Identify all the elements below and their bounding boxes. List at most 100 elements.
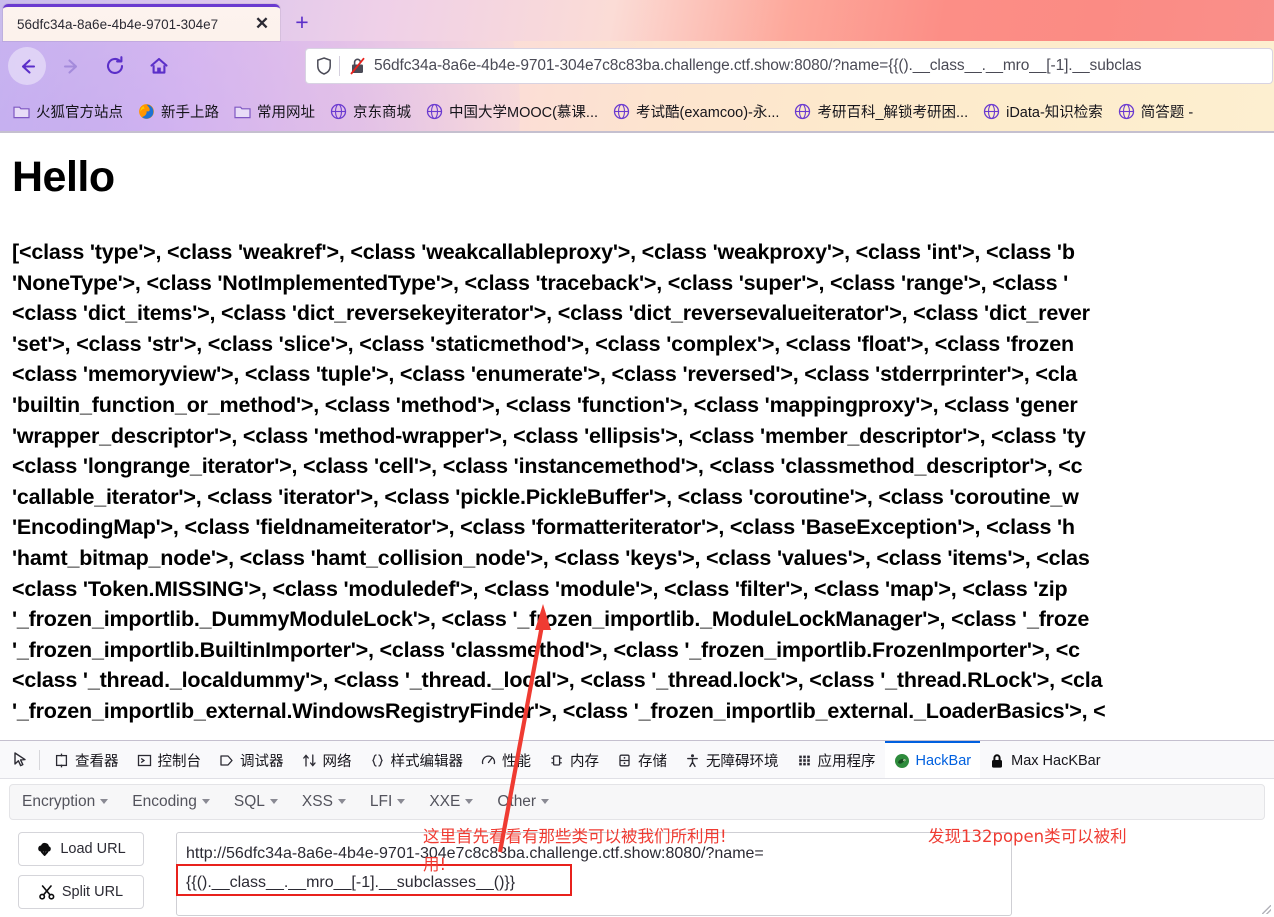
- tab-debugger[interactable]: 调试器: [210, 741, 293, 778]
- globe-icon: [1118, 103, 1135, 120]
- bookmark-item[interactable]: 考试酷(examcoo)-永...: [606, 98, 786, 124]
- globe-icon: [426, 103, 443, 120]
- bookmarks-bar: 火狐官方站点 新手上路 常用网址 京东商城 中国大学MOOC(慕课... 考试酷…: [0, 95, 1274, 127]
- bookmark-label: 常用网址: [257, 104, 315, 121]
- menu-label: LFI: [369, 793, 393, 810]
- chevron-down-icon: [269, 799, 278, 804]
- tab-max-hackbar[interactable]: Max HacKBar: [980, 741, 1109, 778]
- load-url-button[interactable]: Load URL: [18, 832, 144, 866]
- devtools-tabbar: 查看器 控制台 调试器 网络 样式编辑器 性能 内存 存储 无障碍环境 应用程序…: [0, 741, 1274, 779]
- bookmark-label: 京东商城: [353, 104, 411, 121]
- shield-icon[interactable]: [316, 57, 332, 75]
- bookmark-item[interactable]: 京东商城: [323, 98, 418, 124]
- resize-grip[interactable]: [1262, 905, 1271, 914]
- menu-encoding[interactable]: Encoding: [132, 793, 210, 811]
- globe-icon: [794, 103, 811, 120]
- hackbar-url-textarea[interactable]: http://56dfc34a-8a6e-4b4e-9701-304e7c8c8…: [176, 832, 1012, 916]
- chevron-down-icon: [541, 799, 550, 804]
- bookmark-item[interactable]: iData-知识检索: [976, 98, 1110, 124]
- bookmark-item[interactable]: 考研百科_解锁考研困...: [787, 98, 975, 124]
- hackbar-panel: Encryption Encoding SQL XSS LFI XXE Othe…: [0, 779, 1274, 917]
- bookmark-label: 新手上路: [161, 104, 219, 121]
- menu-label: XSS: [301, 793, 333, 810]
- scissors-icon: [39, 884, 55, 900]
- globe-icon: [613, 103, 630, 120]
- button-label: Load URL: [60, 841, 126, 857]
- firefox-icon: [138, 103, 155, 120]
- debugger-icon: [219, 753, 234, 768]
- bookmark-item[interactable]: 中国大学MOOC(慕课...: [419, 98, 605, 124]
- menu-label: Encryption: [22, 793, 96, 810]
- bookmark-item[interactable]: 常用网址: [227, 98, 322, 124]
- tab-network[interactable]: 网络: [293, 741, 361, 778]
- menu-xss[interactable]: XSS: [302, 793, 346, 811]
- menu-lfi[interactable]: LFI: [369, 793, 406, 811]
- tab-label: 查看器: [75, 754, 119, 770]
- globe-icon: [983, 103, 1000, 120]
- subclasses-output: [<class 'type'>, <class 'weakref'>, <cla…: [12, 240, 1106, 723]
- chevron-down-icon: [100, 799, 109, 804]
- chevron-down-icon: [465, 799, 474, 804]
- tab-application[interactable]: 应用程序: [788, 741, 885, 778]
- bookmark-item[interactable]: 新手上路: [131, 98, 226, 124]
- element-picker-icon[interactable]: [5, 745, 37, 775]
- folder-icon: [13, 104, 30, 119]
- new-tab-icon[interactable]: +: [288, 8, 316, 36]
- reload-icon[interactable]: [96, 47, 134, 85]
- tab-accessibility[interactable]: 无障碍环境: [676, 741, 788, 778]
- tab-inspector[interactable]: 查看器: [45, 741, 128, 778]
- tab-title: 56dfc34a-8a6e-4b4e-9701-304e7: [17, 16, 219, 32]
- browser-chrome: 56dfc34a-8a6e-4b4e-9701-304e7 ✕ + 56dfc3…: [0, 0, 1274, 133]
- tab-label: 调试器: [240, 754, 284, 770]
- bookmark-label: iData-知识检索: [1006, 104, 1103, 121]
- button-label: Split URL: [61, 884, 124, 900]
- home-icon[interactable]: [140, 47, 178, 85]
- forward-arrow-icon[interactable]: [52, 47, 90, 85]
- cloud-download-icon: [36, 842, 53, 857]
- bookmark-label: 简答题 -: [1140, 104, 1194, 121]
- menu-other[interactable]: Other: [497, 793, 550, 811]
- tab-storage[interactable]: 存储: [608, 741, 676, 778]
- globe-icon: [330, 103, 347, 120]
- tab-style-editor[interactable]: 样式编辑器: [361, 741, 473, 778]
- performance-icon: [481, 753, 496, 768]
- hackbar-menubar: Encryption Encoding SQL XSS LFI XXE Othe…: [9, 784, 1265, 820]
- menu-encryption[interactable]: Encryption: [22, 793, 109, 811]
- bookmark-item[interactable]: 简答题 -: [1111, 98, 1200, 124]
- tab-label: 存储: [638, 754, 667, 770]
- storage-icon: [617, 753, 632, 768]
- url-text[interactable]: 56dfc34a-8a6e-4b4e-9701-304e7c8c83ba.cha…: [374, 57, 1141, 75]
- tab-label: 应用程序: [817, 754, 876, 770]
- page-viewport: Hello [<class 'type'>, <class 'weakref'>…: [0, 133, 1274, 740]
- close-icon[interactable]: ✕: [248, 10, 276, 38]
- inspector-icon: [54, 753, 69, 768]
- back-arrow-icon[interactable]: [8, 47, 46, 85]
- tab-hackbar[interactable]: HackBar: [884, 741, 981, 778]
- split-url-button[interactable]: Split URL: [18, 875, 144, 909]
- bookmark-item[interactable]: 火狐官方站点: [6, 98, 130, 124]
- chevron-down-icon: [201, 799, 210, 804]
- menu-sql[interactable]: SQL: [234, 793, 278, 811]
- application-icon: [797, 753, 812, 768]
- tab-label: 性能: [502, 754, 531, 770]
- tab-performance[interactable]: 性能: [472, 741, 540, 778]
- console-icon: [137, 753, 152, 768]
- menu-label: XXE: [429, 793, 461, 810]
- address-bar[interactable]: 56dfc34a-8a6e-4b4e-9701-304e7c8c83ba.cha…: [305, 48, 1273, 84]
- network-icon: [302, 753, 317, 768]
- padlock-icon: [989, 753, 1005, 769]
- menu-xxe[interactable]: XXE: [429, 793, 474, 811]
- accessibility-icon: [685, 753, 700, 768]
- memory-icon: [549, 753, 564, 768]
- browser-tab[interactable]: 56dfc34a-8a6e-4b4e-9701-304e7 ✕: [3, 4, 280, 41]
- tab-memory[interactable]: 内存: [540, 741, 608, 778]
- tab-label: 网络: [322, 754, 352, 770]
- divider: [339, 56, 340, 76]
- menu-label: Other: [497, 793, 537, 810]
- tab-console[interactable]: 控制台: [128, 741, 211, 778]
- bookmark-label: 考研百科_解锁考研困...: [817, 104, 969, 121]
- broken-lock-icon[interactable]: [349, 57, 366, 75]
- chevron-down-icon: [397, 799, 406, 804]
- chevron-down-icon: [337, 799, 346, 804]
- style-editor-icon: [370, 753, 385, 768]
